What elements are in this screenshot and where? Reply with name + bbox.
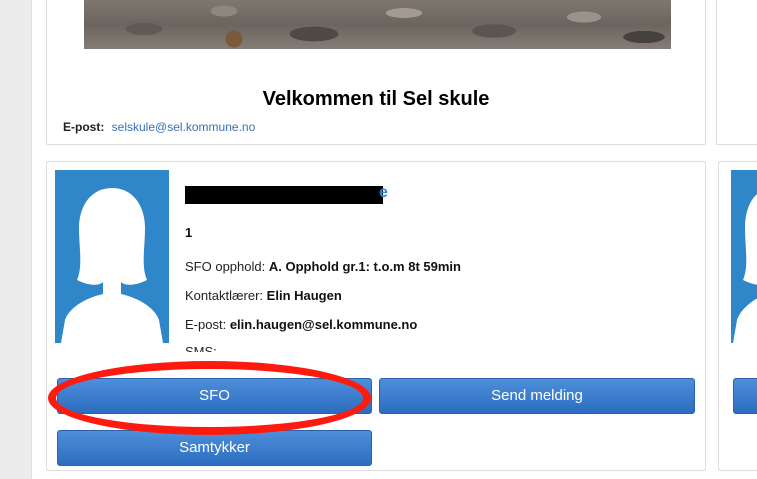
- teacher-email-value[interactable]: elin.haugen@sel.kommune.no: [230, 317, 417, 332]
- adjacent-student-card: [718, 161, 757, 471]
- person-silhouette-icon: [731, 170, 757, 343]
- student-name-redacted: [185, 186, 383, 204]
- consent-button[interactable]: Samtykker: [57, 430, 372, 466]
- school-photo: [84, 0, 671, 49]
- sfo-stay-label: SFO opphold:: [185, 259, 266, 274]
- sfo-stay-row: SFO opphold: A. Opphold gr.1: t.o.m 8t 5…: [185, 259, 461, 274]
- school-title: Velkommen til Sel skule: [262, 88, 490, 110]
- adjacent-card-top: [716, 0, 757, 145]
- student-grade: 1: [185, 225, 193, 240]
- school-email-label: E-post:: [63, 120, 105, 134]
- school-email-row: E-post: selskule@sel.kommune.no: [63, 120, 255, 134]
- contact-teacher-label: Kontaktlærer:: [185, 288, 264, 303]
- teacher-email-label: E-post:: [185, 317, 227, 332]
- school-card: Velkommen til Sel skule E-post: selskule…: [46, 0, 706, 145]
- student-card: e 1 SFO opphold: A. Opphold gr.1: t.o.m …: [46, 161, 706, 471]
- sfo-button[interactable]: SFO: [57, 378, 372, 414]
- school-email-link[interactable]: selskule@sel.kommune.no: [112, 120, 256, 134]
- sfo-stay-value: A. Opphold gr.1: t.o.m 8t 59min: [268, 259, 461, 274]
- teacher-email-row: E-post: elin.haugen@sel.kommune.no: [185, 317, 417, 332]
- adjacent-card-button[interactable]: [733, 378, 757, 414]
- student-name-fragment[interactable]: e: [379, 184, 388, 202]
- send-message-button[interactable]: Send melding: [379, 378, 695, 414]
- contact-teacher-value: Elin Haugen: [266, 288, 342, 303]
- contact-teacher-row: Kontaktlærer: Elin Haugen: [185, 288, 342, 303]
- person-silhouette-icon: [55, 170, 169, 343]
- sms-row: SMS:: [185, 344, 217, 352]
- left-rail: [0, 0, 32, 479]
- sms-label: SMS:: [185, 344, 217, 352]
